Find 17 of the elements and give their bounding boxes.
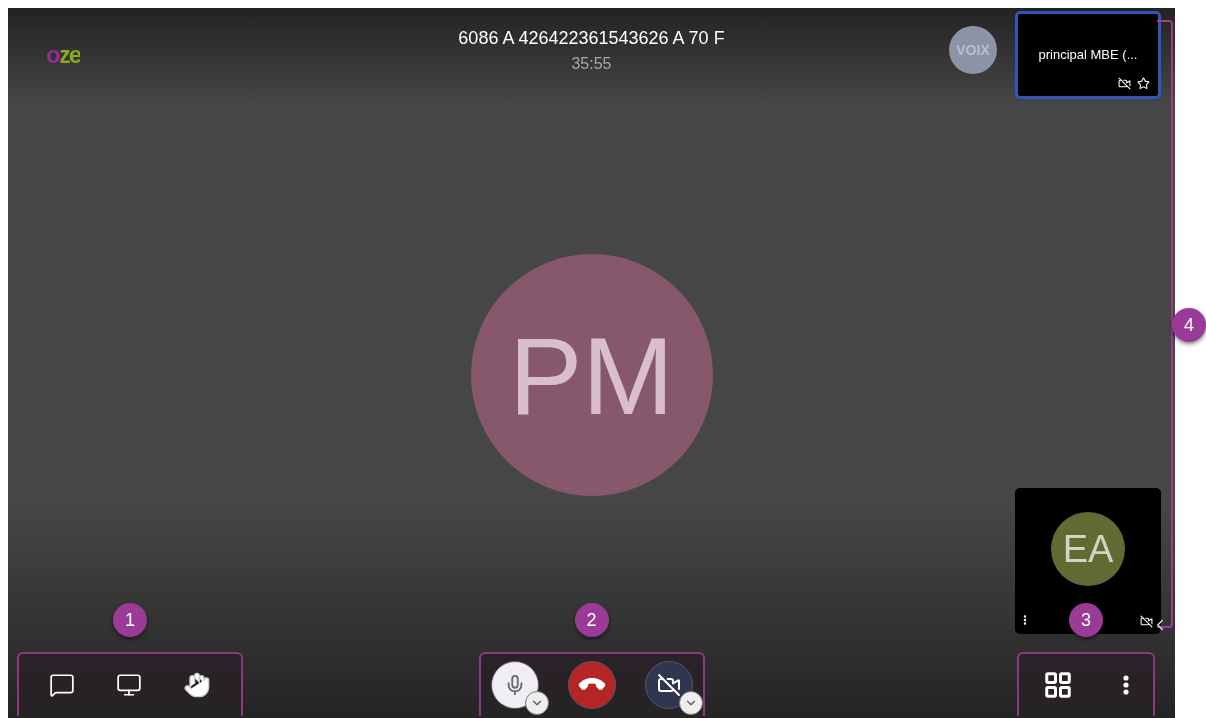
call-timer: 35:55 [571,54,612,73]
caret-icon[interactable] [678,691,703,715]
participant-avatar: EA [1051,512,1125,586]
star-icon[interactable] [1137,77,1150,90]
camera-off-icon [656,673,681,697]
annotation-marker: 2 [574,603,609,637]
speaker-avatar: PM [470,254,713,496]
caret-icon[interactable] [524,691,549,715]
camera-button[interactable] [644,661,693,709]
participant-name: principal MBE (... [1038,46,1138,62]
hang-up-button[interactable] [567,661,616,709]
microphone-button[interactable] [490,661,539,709]
more-icon [1123,675,1129,695]
annotation-marker: 4 [1172,308,1206,342]
annotation-marker: 1 [113,603,147,637]
call-title: 6086 A 426422361543626 A 70 F [458,27,725,49]
participant-tile[interactable]: principal MBE (... [1015,11,1161,99]
